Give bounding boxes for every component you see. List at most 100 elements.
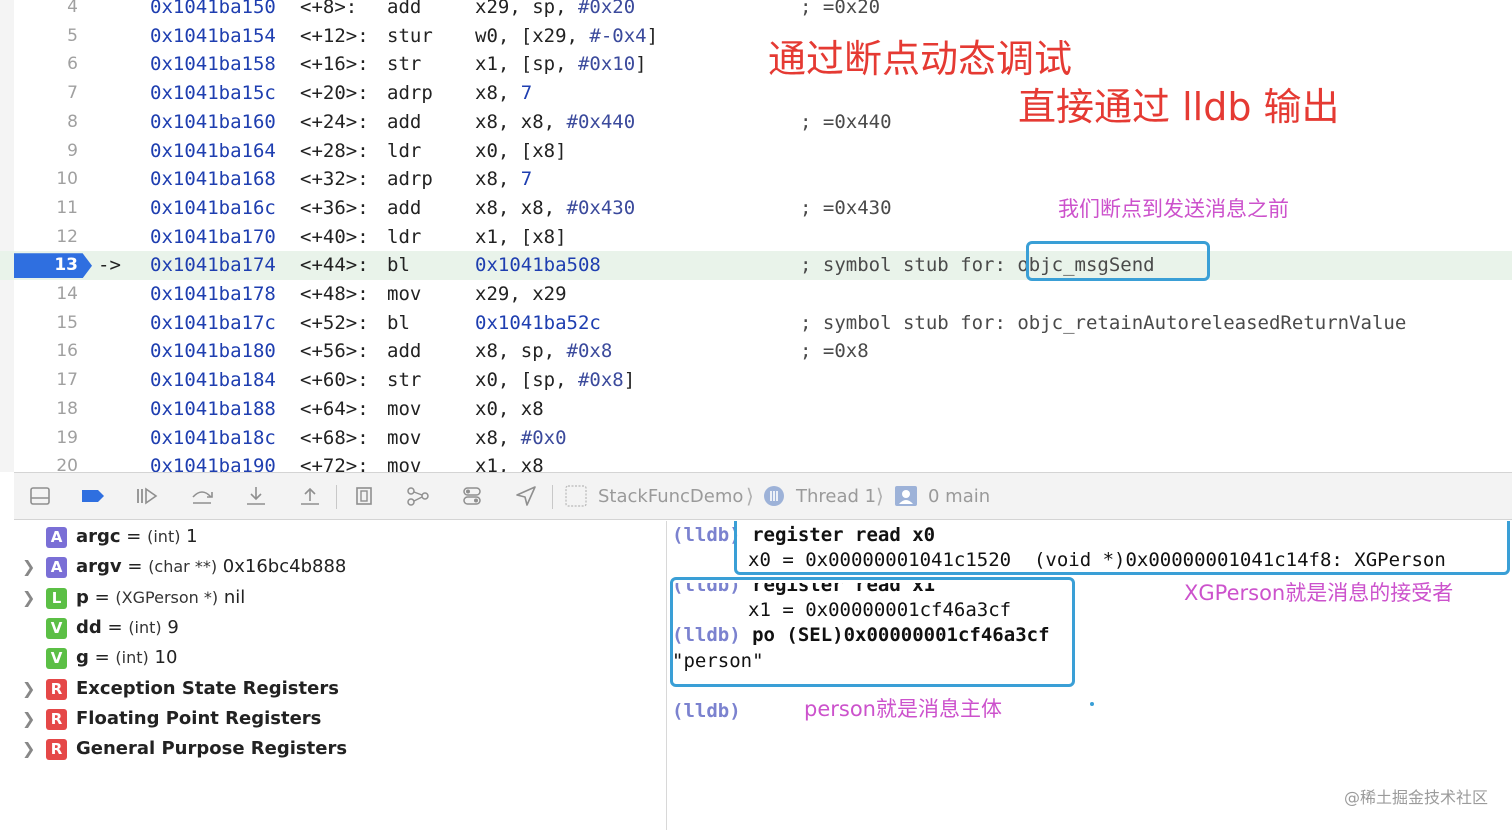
operand-part: ] [646,24,659,47]
operand-part: #0x20 [577,0,636,18]
instruction-mnemonic: add [387,0,422,18]
instruction-row[interactable]: 10 0x1041ba168 <+32>: adrp x8, 7 [0,165,1512,194]
console-input-line[interactable]: (lldb) [672,699,741,724]
variable-type: (int) [147,527,181,546]
register-group-row[interactable]: ❯ R General Purpose Registers [14,734,654,764]
instruction-row[interactable]: 20 0x1041ba190 <+72>: mov x1, x8 [0,452,1512,472]
memory-graph-icon[interactable] [406,485,430,509]
step-out-icon[interactable] [298,485,322,509]
instruction-address: 0x1041ba178 [150,283,276,305]
instruction-offset: <+32>: [300,168,369,191]
variable-name: dd [76,616,102,638]
variable-row[interactable]: ❯ Aargv = (char **) 0x16bc4b888 [14,552,654,582]
line-number: 15 [56,312,78,333]
variable-row[interactable]: ❯ Lp = (XGPerson *) nil [14,583,654,613]
register-group-row[interactable]: ❯ R Exception State Registers [14,674,654,704]
instruction-mnemonic: mov [387,455,422,472]
operand-part: x0, [sp, [475,369,578,392]
operand-part: ] [635,53,647,76]
variable-value: 0x16bc4b888 [217,556,347,578]
instruction-operands: x8, x8, #0x440 [475,108,635,137]
step-over-icon[interactable] [190,485,214,509]
instruction-offset: <+52>: [300,311,369,334]
variable-kind-badge: V [46,617,67,639]
line-number: 13 [54,255,78,276]
hide-panel-icon[interactable] [28,485,52,509]
instruction-offset: <+20>: [300,82,369,105]
instruction-operands: x0, [x8] [475,137,567,166]
instruction-mnemonic: mov [387,426,422,449]
variable-equals: = [120,526,148,547]
operand-part: 0x1041ba52c [475,311,601,334]
instruction-offset: <+68>: [300,426,369,449]
operand-part: x8, x8, [475,196,567,219]
disclosure-chevron-icon[interactable]: ❯ [22,674,35,704]
operand-part: #0x8 [577,369,624,392]
variable-text: dd = (int) 9 [76,613,179,643]
instruction-row[interactable]: 19 0x1041ba18c <+68>: mov x8, #0x0 [0,424,1512,453]
variable-name: p [76,586,89,608]
instruction-operands: x8, sp, #0x8 [475,337,612,366]
disclosure-chevron-icon[interactable]: ❯ [22,734,35,764]
instruction-operands: x1, [x8] [475,223,567,252]
instruction-row[interactable]: 16 0x1041ba180 <+56>: add x8, sp, #0x8 ; =0x8 [0,337,1512,366]
instruction-row[interactable]: 12 0x1041ba170 <+40>: ldr x1, [x8] [0,223,1512,252]
instruction-row[interactable]: 15 0x1041ba17c <+52>: bl 0x1041ba52c ; symbol… [0,309,1512,338]
instruction-row[interactable]: 18 0x1041ba188 <+64>: mov x0, x8 [0,395,1512,424]
console-prompt: (lldb) [672,700,741,722]
instruction-address: 0x1041ba170 [150,225,276,248]
current-instruction-row[interactable]: 13 -> 0x1041ba174 <+44>: bl 0x1041ba508; symb… [0,251,1512,280]
simulate-location-icon[interactable] [514,485,538,509]
instruction-row[interactable]: 4 0x1041ba150 <+8>: add x29, sp, #0x20 ; =0x2… [0,0,1512,22]
instruction-offset: <+12>: [300,24,369,47]
continue-icon[interactable] [134,485,158,509]
environment-overrides-icon[interactable] [460,485,484,509]
debug-toolbar: StackFuncDemo ⟩ Thread 1 ⟩ 0 main [14,472,1512,520]
instruction-mnemonic: bl [387,254,410,277]
disclosure-chevron-icon[interactable]: ❯ [22,552,35,582]
highlight-box-x0 [734,521,1510,575]
operand-part: x0, x8 [475,397,544,420]
highlight-box-msgsend [1026,241,1210,281]
breadcrumb-thread[interactable]: Thread 1 [796,485,876,509]
operand-part: x8, sp, [475,340,567,363]
variable-row[interactable]: Aargc = (int) 1 [14,522,654,552]
instruction-offset: <+72>: [300,455,369,472]
instruction-operands: w0, [x29, #-0x4] [475,22,658,51]
variable-type: (int) [115,648,149,668]
instruction-operands: 0x1041ba508 [475,251,601,280]
variable-kind-badge: L [46,587,67,609]
toolbar-separator [552,485,553,509]
annotation-before-send: 我们断点到发送消息之前 [1058,197,1289,221]
breadcrumb-app[interactable]: StackFuncDemo [598,485,743,509]
disclosure-chevron-icon[interactable]: ❯ [22,583,35,613]
instruction-row[interactable]: 14 0x1041ba178 <+48>: mov x29, x29 [0,280,1512,309]
step-into-icon[interactable] [244,485,268,509]
instruction-address: 0x1041ba17c [150,311,276,334]
instruction-row[interactable]: 6 0x1041ba158 <+16>: str x1, [sp, #0x10] [0,50,1512,79]
variable-row[interactable]: Vdd = (int) 9 [14,613,654,643]
instruction-row[interactable]: 17 0x1041ba184 <+60>: str x0, [sp, #0x8] [0,366,1512,395]
instruction-mnemonic: mov [387,397,422,420]
operand-part: #0x0 [520,426,567,449]
instruction-address: 0x1041ba18c [150,426,276,449]
register-group-name: Floating Point Registers [76,707,322,729]
instruction-row[interactable]: 9 0x1041ba164 <+28>: ldr x0, [x8] [0,137,1512,166]
line-number: 5 [67,25,78,46]
operand-part: x1, x8 [475,455,544,472]
register-group-row[interactable]: ❯ R Floating Point Registers [14,704,654,734]
view-hierarchy-icon[interactable] [352,485,376,509]
cursor-dot [1090,702,1094,706]
disassembly-view[interactable]: 4 0x1041ba150 <+8>: add x29, sp, #0x20 ; =0x2… [0,0,1512,472]
breakpoint-toggle-icon[interactable] [80,485,104,509]
disclosure-chevron-icon[interactable]: ❯ [22,704,35,734]
line-number: 16 [56,341,78,362]
variables-view[interactable]: Aargc = (int) 1 ❯ Aargv = (char **) 0x16bc… [14,521,667,830]
operand-part: #0x8 [566,340,613,363]
instruction-row[interactable]: 5 0x1041ba154 <+12>: stur w0, [x29, #-0x4] [0,22,1512,51]
breadcrumb-frame[interactable]: 0 main [928,485,990,509]
variable-row[interactable]: Vg = (int) 10 [14,643,654,673]
variable-name: g [76,647,89,669]
instruction-operands: x1, [sp, #0x10] [475,50,647,79]
register-group-name: General Purpose Registers [76,738,348,760]
